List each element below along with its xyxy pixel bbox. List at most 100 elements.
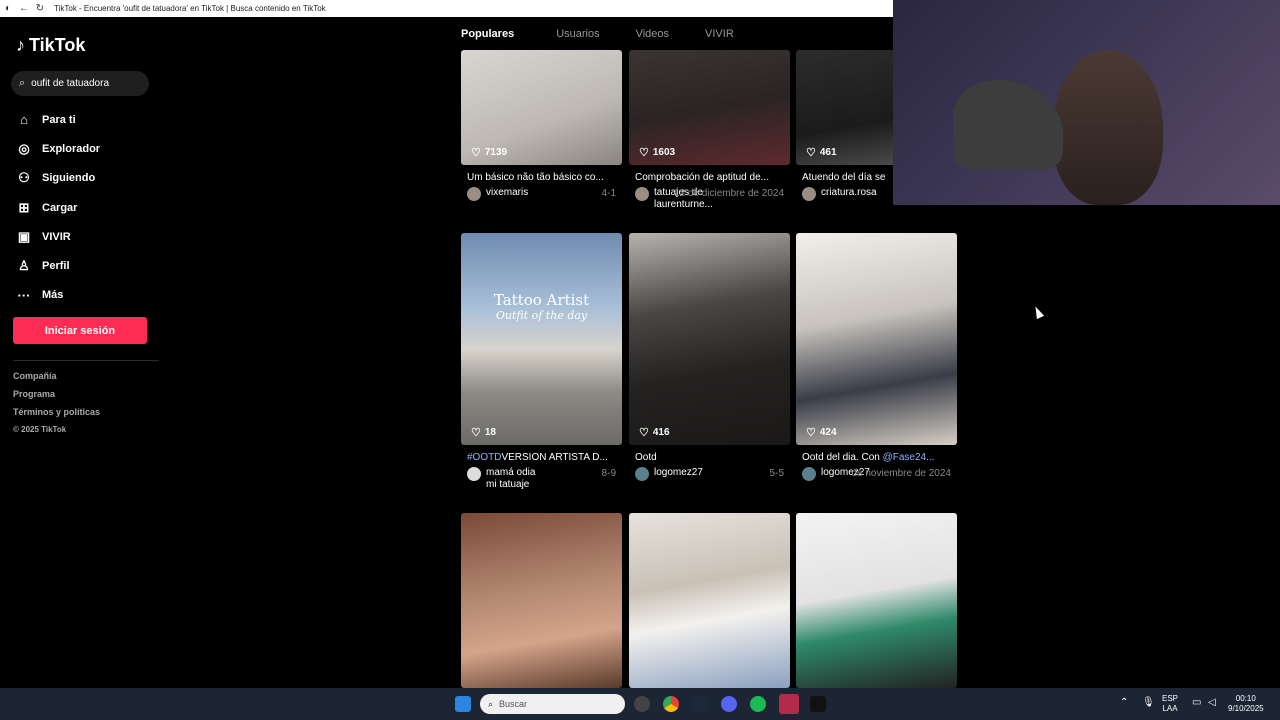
network-icon[interactable]: ▭ [1192,698,1201,708]
tiktok-icon[interactable] [810,696,826,712]
like-count: ♡ 18 [471,426,496,439]
hashtag[interactable]: #OOTD [467,452,501,463]
like-value: 1603 [652,147,676,158]
caption-text: VERSIÓN ARTISTA D... [501,452,608,463]
video-meta: mamá odia mi tatuaje 8-9 [461,467,622,491]
like-count: ♡ 7139 [471,146,507,159]
sidebar-item-vivir[interactable]: ▣ VIVIR [14,222,100,251]
footer-link-company[interactable]: Compañía [13,371,100,389]
video-caption[interactable]: #OOTDVERSIÓN ARTISTA D... [461,452,622,463]
video-caption[interactable]: Atuendo del día se [796,172,893,183]
video-card[interactable] [796,513,957,688]
avatar[interactable] [802,187,816,201]
heart-icon: ♡ [639,147,649,159]
profile-icon: ♙ [18,258,30,274]
sidebar-item-label: Más [42,289,64,302]
like-count: ♡ 461 [806,146,837,159]
windows-taskbar: ⌕ Buscar ⌃ 🎙︎ ESP LAA ▭ ◁ 00:10 9/10/2025 [0,688,1280,720]
reload-icon[interactable]: ↻ [32,3,48,14]
video-card[interactable]: Tattoo Artist Outfit of the day ♡ 18 #OOT… [461,233,622,491]
sidebar-item-explorador[interactable]: ◎ Explorador [14,134,100,163]
avatar[interactable] [467,467,481,481]
video-card[interactable]: ♡ 1603 Comprobación de aptitud de... tatu… [629,50,790,211]
app-icon[interactable] [779,694,799,714]
sidebar-footer: Compañía Programa Términos y políticas ©… [13,371,100,443]
live-icon: ▣ [17,228,31,244]
avatar[interactable] [635,187,649,201]
heart-icon: ♡ [471,427,481,439]
tiktok-logo[interactable]: ♪ TikTok [16,35,85,56]
sidebar-item-label: Siguiendo [42,172,96,185]
spotify-icon[interactable] [750,696,766,712]
video-thumbnail[interactable]: ♡ 7139 [461,50,622,165]
search-icon: ⌕ [488,698,494,709]
tab-usuarios[interactable]: Usuarios [556,28,599,40]
sidebar-item-label: Explorador [42,142,101,155]
video-thumbnail[interactable] [796,513,957,688]
scrollbar[interactable] [1272,205,1280,688]
author-name[interactable]: mamá odia mi tatuaje [486,467,546,491]
chrome-icon[interactable] [663,696,679,712]
video-caption[interactable]: Ootd [629,452,790,463]
discord-icon[interactable] [721,696,737,712]
tab-vivir[interactable]: VIVIR [705,28,734,40]
like-value: 7139 [484,147,508,158]
clock[interactable]: 00:10 9/10/2025 [1228,694,1264,714]
sidebar-item-siguiendo[interactable]: ⚇ Siguiendo [14,164,100,193]
video-meta: vixemaris 4-1 [461,187,622,201]
sidebar-item-label: VIVIR [42,230,71,243]
video-thumbnail[interactable] [461,513,622,688]
avatar[interactable] [467,187,481,201]
more-icon: ··· [17,287,31,303]
video-card[interactable] [629,513,790,688]
clock-time: 00:10 [1235,694,1256,703]
author-name[interactable]: logomez27 [654,467,703,479]
sidebar-item-cargar[interactable]: ⊞ Cargar [14,193,100,222]
video-card[interactable]: ♡ 416 Ootd logomez27 5-5 [629,233,790,481]
start-icon[interactable] [455,696,471,712]
like-value: 461 [819,147,837,158]
video-card[interactable]: ♡ 461 Atuendo del día se criatura.rosa [796,50,893,201]
footer-copyright: © 2025 TikTok [13,425,67,434]
tab-videos[interactable]: Videos [636,28,669,40]
sidebar-item-perfil[interactable]: ♙ Perfil [14,251,100,280]
footer-link-terms[interactable]: Términos y políticas [13,407,100,425]
steam-icon[interactable] [692,696,708,712]
sidebar: ♪ TikTok ⌕ oufit de tatuadora ⌂ Para ti ◎… [0,17,160,688]
language-indicator[interactable]: ESP LAA [1162,694,1178,714]
post-count: 5-5 [769,468,784,479]
sidebar-item-para-ti[interactable]: ⌂ Para ti [14,105,100,134]
video-card[interactable]: ♡ 424 Ootd del dia. Con @Fase24... logome… [796,233,957,481]
video-caption[interactable]: Um básico não tão básico co... [461,172,622,183]
login-button[interactable]: Iniciar sesión [13,317,147,344]
chevron-up-icon[interactable]: ⌃ [1120,698,1128,708]
avatar[interactable] [635,467,649,481]
author-name[interactable]: criatura.rosa [821,187,877,199]
video-thumbnail[interactable] [629,513,790,688]
microphone-icon[interactable]: 🎙︎ [1142,698,1155,708]
author-name[interactable]: vixemaris [486,187,528,199]
video-card[interactable]: ♡ 7139 Um básico não tão básico co... vix… [461,50,622,201]
video-thumbnail[interactable]: ♡ 424 [796,233,957,445]
overlay-subtitle: Outfit of the day [495,309,588,322]
heart-icon: ♡ [806,427,816,439]
video-card[interactable] [461,513,622,688]
taskbar-search[interactable]: ⌕ Buscar [480,694,625,714]
post-count: 8-9 [601,468,616,479]
video-thumbnail[interactable]: ♡ 416 [629,233,790,445]
mention[interactable]: @Fase24... [883,452,935,463]
video-caption[interactable]: Comprobación de aptitud de... [629,172,790,183]
video-caption[interactable]: Ootd del dia. Con @Fase24... [796,452,957,463]
search-input[interactable]: ⌕ oufit de tatuadora [11,71,149,96]
volume-icon[interactable]: ◁ [1208,698,1216,708]
video-thumbnail[interactable]: ♡ 1603 [629,50,790,165]
sidebar-item-mas[interactable]: ··· Más [14,281,100,310]
footer-link-program[interactable]: Programa [13,389,100,407]
video-thumbnail[interactable]: ♡ 461 [796,50,893,165]
like-count: ♡ 1603 [639,146,675,159]
back-icon[interactable]: ← [16,3,32,14]
avatar[interactable] [802,467,816,481]
video-thumbnail[interactable]: Tattoo Artist Outfit of the day ♡ 18 [461,233,622,445]
tab-populares[interactable]: Populares [461,28,514,40]
taskview-icon[interactable] [634,696,650,712]
